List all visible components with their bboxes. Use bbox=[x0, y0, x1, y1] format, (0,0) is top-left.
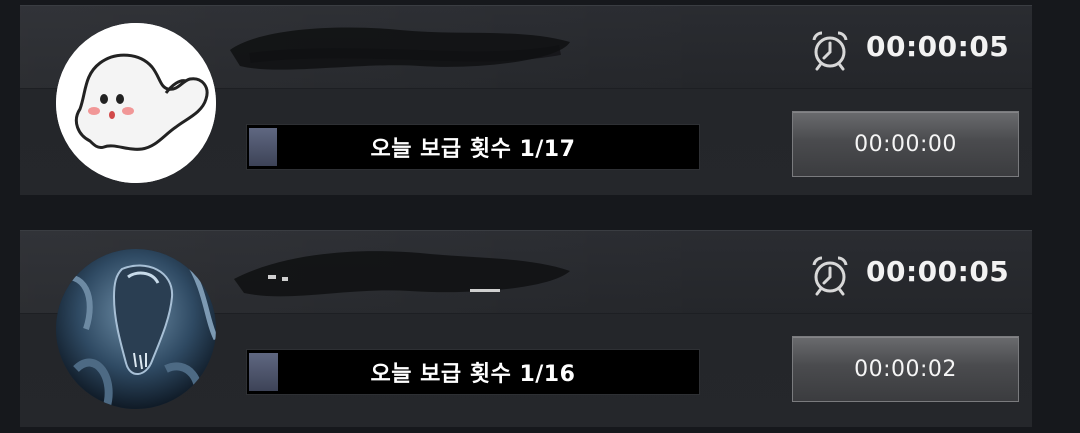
alien-image bbox=[56, 249, 216, 409]
supply-card-1: 00:00:05 오늘 보급 횟수 1/17 00:00:00 bbox=[20, 5, 1032, 195]
ghost-avatar[interactable] bbox=[56, 23, 216, 183]
alarm-clock-icon bbox=[808, 253, 852, 297]
supply-count-label: 오늘 보급 횟수 1/16 bbox=[370, 362, 576, 387]
supply-count-label: 오늘 보급 횟수 1/17 bbox=[370, 137, 576, 162]
countdown-timer: 00:00:05 bbox=[866, 30, 1010, 63]
alarm-clock-icon bbox=[808, 28, 852, 72]
alien-avatar[interactable] bbox=[56, 249, 216, 409]
supply-progress-bar: 오늘 보급 횟수 1/17 bbox=[246, 124, 700, 170]
username-redacted bbox=[220, 245, 580, 305]
cooldown-button[interactable]: 00:00:02 bbox=[792, 336, 1019, 402]
countdown-timer: 00:00:05 bbox=[866, 255, 1010, 288]
supply-progress-bar: 오늘 보급 횟수 1/16 bbox=[246, 349, 700, 395]
username-redacted bbox=[220, 20, 580, 80]
ghost-image bbox=[56, 23, 216, 183]
cooldown-button[interactable]: 00:00:00 bbox=[792, 111, 1019, 177]
supply-card-2: 00:00:05 오늘 보급 횟수 1/16 00:00:02 bbox=[20, 230, 1032, 427]
